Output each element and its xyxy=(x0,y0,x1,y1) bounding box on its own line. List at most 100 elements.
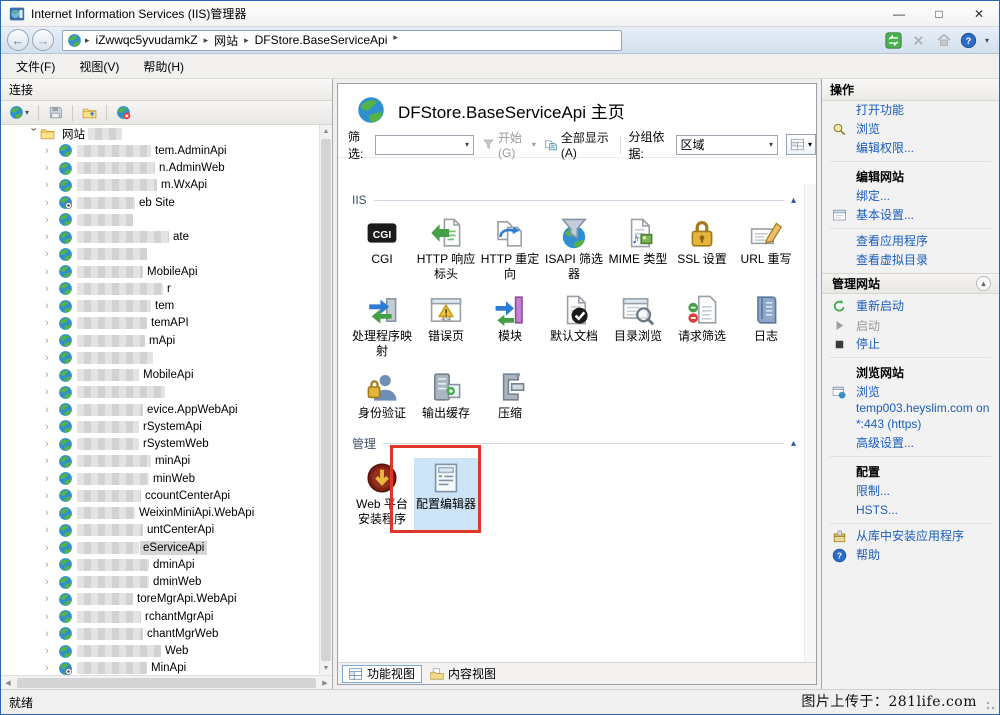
action-item[interactable]: 查看应用程序 xyxy=(822,232,999,251)
feature-logging[interactable]: 日志 xyxy=(734,290,798,362)
menu-item[interactable]: 帮助(H) xyxy=(134,55,193,78)
scroll-up-icon[interactable]: ▲ xyxy=(320,125,332,138)
expander-icon[interactable]: › xyxy=(45,490,58,502)
feature-handler-mappings[interactable]: 处理程序映射 xyxy=(350,290,414,362)
expander-icon[interactable]: › xyxy=(28,127,40,140)
tree-site-row[interactable]: ›minWeb xyxy=(1,470,332,487)
expander-icon[interactable]: › xyxy=(45,248,58,260)
view-selector-button[interactable]: ▾ xyxy=(786,134,816,155)
action-item[interactable]: ?帮助 xyxy=(822,546,999,565)
action-item[interactable]: 查看虚拟目录 xyxy=(822,251,999,270)
tree-site-row[interactable]: ›MobileApi xyxy=(1,367,332,384)
expander-icon[interactable]: › xyxy=(45,386,58,398)
expander-icon[interactable]: › xyxy=(45,593,58,605)
expander-icon[interactable]: › xyxy=(45,524,58,536)
expander-icon[interactable]: › xyxy=(45,266,58,278)
expander-icon[interactable]: › xyxy=(45,645,58,657)
tree-site-row[interactable]: ›m.WxApi xyxy=(1,177,332,194)
feature-directory-browsing[interactable]: 目录浏览 xyxy=(606,290,670,362)
expander-icon[interactable]: › xyxy=(45,369,58,381)
tree-site-row[interactable]: ›toreMgrApi.WebApi xyxy=(1,591,332,608)
tree-site-row[interactable]: ›rchantMgrApi xyxy=(1,608,332,625)
tree-site-row[interactable]: ›ate xyxy=(1,229,332,246)
feature-output-caching[interactable]: 输出缓存 xyxy=(414,367,478,424)
expander-icon[interactable]: › xyxy=(45,179,58,191)
tree-site-row[interactable]: ›MinApi xyxy=(1,660,332,675)
scroll-right-icon[interactable]: ▶ xyxy=(318,679,332,687)
tree-site-row[interactable]: ›dminApi xyxy=(1,556,332,573)
action-item[interactable]: 编辑权限... xyxy=(822,139,999,158)
disconnect-button[interactable] xyxy=(114,103,133,123)
expander-icon[interactable]: › xyxy=(45,404,58,416)
tree-site-row[interactable]: ›tem.AdminApi xyxy=(1,142,332,159)
tree-root-sites[interactable]: ›网站 xyxy=(1,125,332,142)
feature-configuration-editor[interactable]: 配置编辑器 xyxy=(414,458,478,530)
tree-site-row[interactable]: ›eb Site xyxy=(1,194,332,211)
expander-icon[interactable]: › xyxy=(45,283,58,295)
feature-default-document[interactable]: 默认文档 xyxy=(542,290,606,362)
feature-mime-types[interactable]: ♪MIME 类型 xyxy=(606,213,670,285)
tree-site-row[interactable]: ›rSystemWeb xyxy=(1,436,332,453)
action-item[interactable]: 高级设置... xyxy=(822,434,999,453)
expander-icon[interactable]: › xyxy=(45,352,58,364)
tree-site-row[interactable]: ›dminWeb xyxy=(1,574,332,591)
breadcrumb-segment[interactable]: ▸iZwwqc5yvudamkZ xyxy=(82,32,201,49)
action-item[interactable]: 重新启动 xyxy=(822,297,999,316)
show-all-button[interactable]: 全部显示(A) xyxy=(544,129,612,160)
feature-request-filtering[interactable]: 请求筛选 xyxy=(670,290,734,362)
tree-site-row[interactable]: ›untCenterApi xyxy=(1,522,332,539)
action-item[interactable]: 浏览 temp003.heyslim.com on *:443 (https) xyxy=(822,383,999,434)
expander-icon[interactable]: › xyxy=(45,300,58,312)
help-icon[interactable]: ? xyxy=(960,31,978,49)
expander-icon[interactable]: › xyxy=(45,214,58,226)
connect-server-button[interactable]: ▾ xyxy=(7,103,31,123)
expander-icon[interactable]: › xyxy=(45,162,58,174)
tab-features-view[interactable]: 功能视图 xyxy=(342,665,422,683)
tree-site-row[interactable]: ›evice.AppWebApi xyxy=(1,401,332,418)
expander-icon[interactable]: › xyxy=(45,611,58,623)
tree-site-row[interactable]: ›minApi xyxy=(1,453,332,470)
help-dropdown-arrow[interactable]: ▾ xyxy=(985,36,989,45)
breadcrumb-segment[interactable]: ▸DFStore.BaseServiceApi xyxy=(241,32,390,49)
tree-site-row[interactable]: ›WeixinMiniApi.WebApi xyxy=(1,505,332,522)
expander-icon[interactable]: › xyxy=(45,231,58,243)
save-connection-button[interactable] xyxy=(46,103,65,123)
feature-error-pages[interactable]: 404错误页 xyxy=(414,290,478,362)
group-by-select[interactable]: 区域▾ xyxy=(676,135,778,155)
expander-icon[interactable]: › xyxy=(45,662,58,674)
tree-site-row[interactable]: › xyxy=(1,211,332,228)
tab-content-view[interactable]: 内容视图 xyxy=(424,665,502,683)
resize-grip[interactable] xyxy=(985,700,997,712)
feature-isapi-filters[interactable]: ISAPI 筛选器 xyxy=(542,213,606,285)
collapse-group-icon[interactable]: ▴ xyxy=(791,195,796,206)
menu-item[interactable]: 视图(V) xyxy=(70,55,128,78)
forward-button[interactable]: → xyxy=(32,29,54,51)
action-item[interactable]: 从库中安装应用程序 xyxy=(822,527,999,546)
tree-site-row[interactable]: ›eServiceApi xyxy=(1,539,332,556)
expander-icon[interactable]: › xyxy=(45,317,58,329)
tree-site-row[interactable]: ›tem xyxy=(1,298,332,315)
tree-site-row[interactable]: ›Web xyxy=(1,643,332,660)
scroll-down-icon[interactable]: ▼ xyxy=(320,662,332,675)
expander-icon[interactable]: › xyxy=(45,473,58,485)
minimize-button[interactable]: — xyxy=(879,1,919,26)
back-button[interactable]: ← xyxy=(7,29,29,51)
expander-icon[interactable]: › xyxy=(45,576,58,588)
tree-site-row[interactable]: ›temAPI xyxy=(1,315,332,332)
sync-icon[interactable] xyxy=(885,31,903,49)
expander-icon[interactable]: › xyxy=(45,421,58,433)
tree-site-row[interactable]: ›chantMgrWeb xyxy=(1,625,332,642)
tree-horizontal-scrollbar[interactable]: ◀ ▶ xyxy=(1,675,332,689)
up-level-button[interactable] xyxy=(80,103,99,123)
collapse-group-icon[interactable]: ▴ xyxy=(791,438,796,449)
action-item[interactable]: 限制... xyxy=(822,482,999,501)
feature-cgi[interactable]: CGICGI xyxy=(350,213,414,285)
feature-web-platform-installer[interactable]: Web 平台安装程序 xyxy=(350,458,414,530)
feature-http-redirect[interactable]: HTTP 重定向 xyxy=(478,213,542,285)
collapse-section-icon[interactable]: ▴ xyxy=(976,276,991,291)
feature-url-rewrite[interactable]: URL 重写 xyxy=(734,213,798,285)
tree-site-row[interactable]: › xyxy=(1,349,332,366)
expander-icon[interactable]: › xyxy=(45,455,58,467)
expander-icon[interactable]: › xyxy=(45,628,58,640)
feature-compression[interactable]: 压缩 xyxy=(478,367,542,424)
